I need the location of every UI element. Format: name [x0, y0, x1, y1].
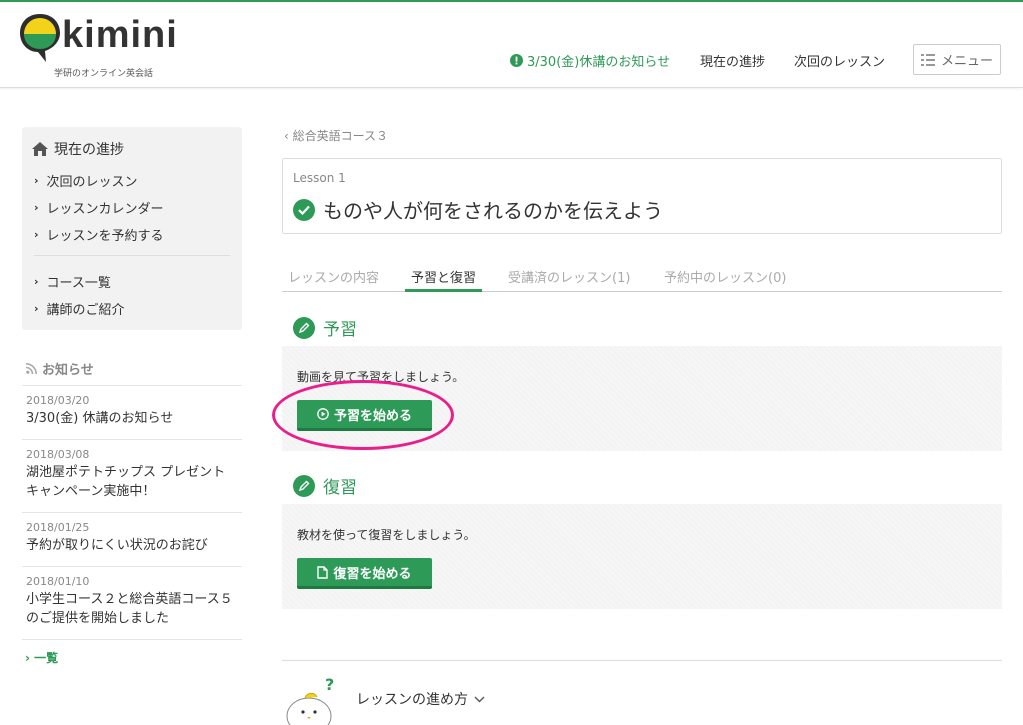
tab-completed-lessons[interactable]: 受講済のレッスン(1)	[508, 267, 630, 286]
menu-button-label: メニュー	[940, 54, 993, 69]
sidebar-item-label: レッスンを予約する	[46, 229, 164, 244]
nav-notice-link[interactable]: 3/30(金)休講のお知らせ	[510, 51, 670, 70]
home-icon	[32, 142, 48, 156]
news-item[interactable]: 2018/01/10 小学生コース２と総合英語コース５のご提供を開始しました	[22, 566, 242, 628]
tab-reserved-lessons[interactable]: 予約中のレッスン(0)	[664, 267, 786, 286]
chevron-right-icon: ›	[34, 201, 39, 214]
logo-wordmark: kimini	[62, 14, 178, 56]
kimini-logo[interactable]: kimini 学研のオンライン英会話	[18, 12, 178, 82]
news-title: 湖池屋ポテトチップス プレゼントキャンペーン実施中！	[26, 465, 226, 499]
tab-lesson-content[interactable]: レッスンの内容	[288, 267, 379, 286]
news-title: 予約が取りにくい状況のお詫び	[26, 538, 208, 553]
news-item[interactable]: 2018/01/25 予約が取りにくい状況のお詫び	[22, 512, 242, 555]
nav-progress-link[interactable]: 現在の進捗	[700, 51, 765, 70]
exclamation-circle-icon	[510, 54, 523, 67]
breadcrumb-label: 総合英語コース３	[292, 129, 389, 143]
lesson-howto-label: レッスンの進め方	[356, 692, 468, 708]
news-title: 3/30(金) 休講のお知らせ	[26, 411, 174, 426]
section-divider	[282, 660, 1002, 661]
sidebar-item-next-lesson[interactable]: › 次回のレッスン	[34, 171, 138, 190]
chevron-right-icon: ›	[25, 651, 35, 665]
sidebar-item-courses[interactable]: › コース一覧	[34, 272, 111, 291]
start-review-button[interactable]: 復習を始める	[297, 558, 432, 589]
lesson-title: ものや人が何をされるのかを伝えよう	[293, 195, 663, 224]
sidebar-title[interactable]: 現在の進捗	[32, 139, 124, 159]
review-panel: 教材を使って復習をしましょう。 復習を始める	[282, 504, 1002, 609]
sidebar-item-label: コース一覧	[46, 276, 111, 291]
logo-bubble-icon	[20, 14, 60, 62]
sidebar-divider	[34, 255, 230, 256]
news-more-link[interactable]: › 一覧	[22, 639, 242, 675]
sidebar-item-label: 講師のご紹介	[46, 303, 125, 318]
mascot-chick-icon: ?	[286, 675, 334, 725]
chevron-right-icon: ›	[34, 174, 39, 187]
lesson-number: Lesson 1	[293, 171, 346, 185]
chevron-down-icon	[474, 696, 485, 702]
nav-next-lesson-link[interactable]: 次回のレッスン	[794, 51, 885, 70]
news-title: 小学生コース２と総合英語コース５のご提供を開始しました	[26, 592, 233, 626]
chevron-right-icon: ›	[34, 302, 39, 315]
tab-preview-review[interactable]: 予習と復習	[411, 267, 476, 286]
review-heading-label: 復習	[323, 478, 357, 498]
rss-icon	[26, 363, 37, 374]
active-tab-indicator	[405, 289, 482, 292]
news-heading: お知らせ	[26, 359, 94, 378]
chevron-right-icon: ›	[34, 228, 39, 241]
review-description: 教材を使って復習をしましょう。	[297, 528, 476, 542]
news-more-label: 一覧	[34, 651, 59, 665]
svg-text:?: ?	[325, 675, 334, 694]
sidebar-item-calendar[interactable]: › レッスンカレンダー	[34, 198, 164, 217]
review-heading: 復習	[293, 473, 357, 498]
pencil-icon	[293, 474, 315, 497]
news-date: 2018/03/20	[26, 394, 90, 407]
sidebar-title-label: 現在の進捗	[54, 142, 124, 158]
news-date: 2018/01/25	[26, 521, 90, 534]
chevron-right-icon: ›	[34, 275, 39, 288]
logo-tagline: 学研のオンライン英会話	[54, 69, 154, 79]
lesson-tabs: レッスンの内容 予習と復習 受講済のレッスン(1) 予約中のレッスン(0)	[282, 262, 1002, 292]
news-item[interactable]: 2018/03/08 湖池屋ポテトチップス プレゼントキャンペーン実施中！	[22, 439, 242, 501]
start-review-label: 復習を始める	[333, 566, 412, 582]
news-heading-label: お知らせ	[42, 363, 94, 378]
sidebar-item-reserve[interactable]: › レッスンを予約する	[34, 225, 164, 244]
site-header: kimini 学研のオンライン英会話 3/30(金)休講のお知らせ 現在の進捗 …	[0, 2, 1023, 88]
breadcrumb[interactable]: ‹ 総合英語コース３	[284, 127, 388, 144]
sidebar-item-label: レッスンカレンダー	[46, 202, 164, 217]
chevron-left-icon: ‹	[284, 129, 293, 143]
check-circle-icon	[293, 198, 315, 221]
nav-notice-label: 3/30(金)休講のお知らせ	[527, 55, 671, 70]
lesson-title-text: ものや人が何をされるのかを伝えよう	[323, 199, 663, 223]
highlight-ellipse	[272, 380, 454, 450]
news-date: 2018/01/10	[26, 575, 90, 588]
preview-heading-label: 予習	[323, 320, 357, 340]
news-date: 2018/03/08	[26, 448, 90, 461]
menu-button[interactable]: メニュー	[913, 44, 1001, 75]
pencil-icon	[293, 316, 315, 339]
list-icon	[920, 53, 935, 66]
news-item[interactable]: 2018/03/20 3/30(金) 休講のお知らせ	[22, 385, 242, 428]
sidebar-item-label: 次回のレッスン	[46, 175, 138, 190]
sidebar-nav: 現在の進捗 › 次回のレッスン › レッスンカレンダー › レッスンを予約する …	[22, 127, 242, 330]
lesson-header-card: Lesson 1 ものや人が何をされるのかを伝えよう	[282, 158, 1002, 234]
lesson-howto-toggle[interactable]: レッスンの進め方	[356, 689, 485, 709]
sidebar-item-teachers[interactable]: › 講師のご紹介	[34, 299, 125, 318]
preview-heading: 予習	[293, 315, 357, 340]
document-icon	[317, 565, 329, 579]
